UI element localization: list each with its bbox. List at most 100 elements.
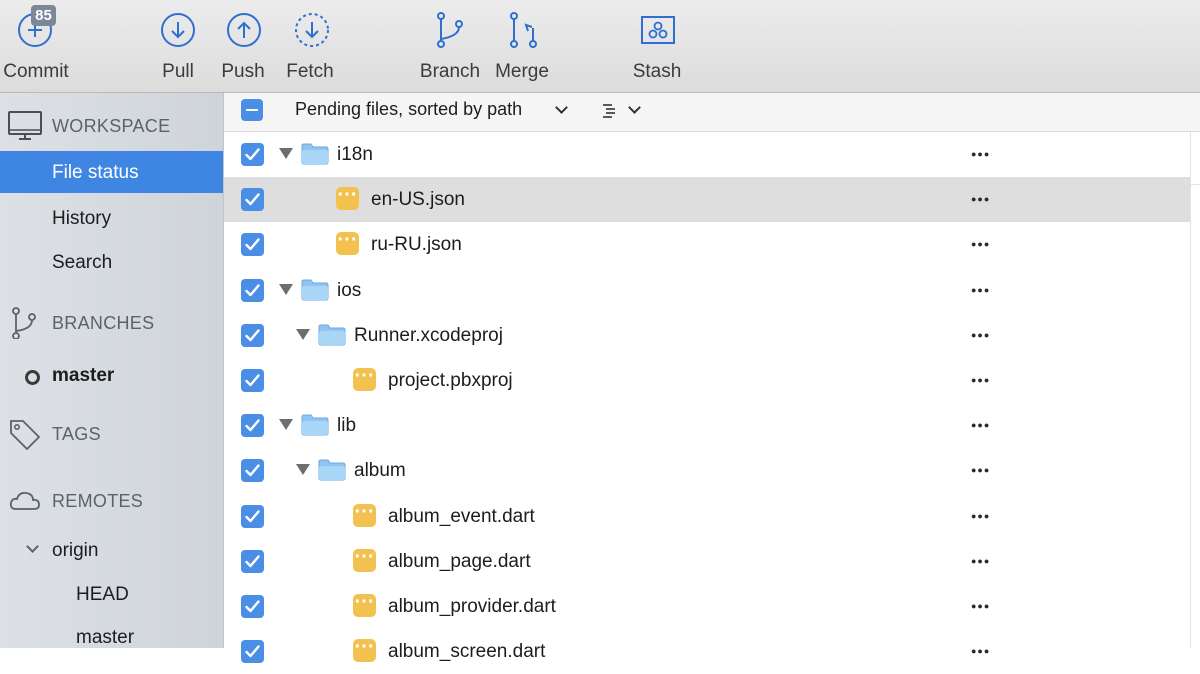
stage-checkbox[interactable]	[241, 414, 264, 437]
chevron-down-icon[interactable]	[628, 101, 641, 114]
pending-sort-dropdown[interactable]: Pending files, sorted by path	[295, 99, 522, 120]
stage-checkbox[interactable]	[241, 279, 264, 302]
merge-label: Merge	[495, 61, 549, 82]
modified-file-icon	[336, 229, 359, 255]
file-name: album_event.dart	[388, 506, 535, 527]
folder-icon	[301, 279, 329, 301]
stage-checkbox[interactable]	[241, 369, 264, 392]
disclosure-triangle-icon[interactable]	[279, 148, 293, 159]
branch-name: master	[52, 365, 115, 386]
stage-checkbox[interactable]	[241, 505, 264, 528]
remotes-section-header[interactable]: REMOTES	[0, 481, 223, 521]
sidebar-item-remote-master[interactable]: master	[0, 616, 223, 658]
sidebar-item-file-status[interactable]: File status	[0, 151, 223, 193]
stash-button[interactable]: Stash	[625, 0, 689, 92]
select-all-checkbox[interactable]	[241, 99, 263, 121]
folder-row[interactable]: lib ●●●	[224, 403, 1190, 448]
push-label: Push	[221, 61, 265, 82]
stage-checkbox[interactable]	[241, 324, 264, 347]
computer-icon	[8, 111, 42, 140]
folder-icon	[301, 143, 329, 165]
sidebar-item-remote-head[interactable]: HEAD	[0, 573, 223, 615]
modified-file-icon	[353, 546, 376, 572]
folder-name: Runner.xcodeproj	[354, 325, 503, 346]
file-row[interactable]: album_provider.dart ●●●	[224, 584, 1190, 629]
folder-icon	[318, 324, 346, 346]
stage-checkbox[interactable]	[241, 188, 264, 211]
fetch-button[interactable]: Fetch	[280, 0, 342, 92]
ellipsis-icon[interactable]: ●●●	[971, 504, 1001, 528]
folder-name: lib	[337, 415, 357, 436]
folder-row[interactable]: Runner.xcodeproj ●●●	[224, 313, 1190, 358]
file-row[interactable]: album_event.dart ●●●	[224, 494, 1190, 539]
remote-branch-label: master	[76, 627, 135, 648]
ellipsis-icon[interactable]: ●●●	[971, 323, 1001, 347]
disclosure-triangle-icon[interactable]	[296, 464, 310, 475]
ellipsis-icon[interactable]: ●●●	[971, 187, 1001, 211]
commit-label: Commit	[3, 61, 69, 82]
file-name: en-US.json	[371, 189, 465, 210]
stage-checkbox[interactable]	[241, 595, 264, 618]
ellipsis-icon[interactable]: ●●●	[971, 142, 1001, 166]
right-pane-divider	[1190, 132, 1200, 648]
merge-button[interactable]: Merge	[492, 0, 554, 92]
sidebar-item-branch-master[interactable]: master	[0, 354, 223, 396]
stage-checkbox[interactable]	[241, 640, 264, 663]
ellipsis-icon[interactable]: ●●●	[971, 413, 1001, 437]
commit-button[interactable]: 85 Commit	[0, 0, 72, 92]
sidebar-item-remote-origin[interactable]: origin	[0, 529, 223, 571]
pending-title: Pending files, sorted by path	[295, 99, 523, 119]
file-name: album_page.dart	[388, 551, 531, 572]
pull-icon	[161, 13, 195, 47]
workspace-title: WORKSPACE	[52, 116, 171, 136]
commit-count-badge: 85	[31, 5, 56, 26]
branch-button[interactable]: Branch	[418, 0, 482, 92]
file-row[interactable]: en-US.json ●●●	[224, 177, 1190, 222]
pull-label: Pull	[162, 61, 194, 82]
pull-button[interactable]: Pull	[150, 0, 206, 92]
file-name: project.pbxproj	[388, 370, 513, 391]
branch-icon	[437, 12, 463, 48]
toolbar: 85 Commit Pull Push Fetch Branch Merge S…	[0, 0, 1200, 93]
branch-label: Branch	[419, 61, 481, 82]
folder-name: ios	[337, 280, 362, 301]
sidebar: WORKSPACE File status History Search BRA…	[0, 93, 224, 648]
push-button[interactable]: Push	[215, 0, 273, 92]
workspace-section-header: WORKSPACE	[0, 106, 223, 146]
stage-checkbox[interactable]	[241, 143, 264, 166]
ellipsis-icon[interactable]: ●●●	[971, 278, 1001, 302]
ellipsis-icon[interactable]: ●●●	[971, 232, 1001, 256]
ellipsis-icon[interactable]: ●●●	[971, 458, 1001, 482]
ellipsis-icon[interactable]: ●●●	[971, 549, 1001, 573]
remote-name: origin	[52, 540, 99, 561]
file-row[interactable]: ru-RU.json ●●●	[224, 222, 1190, 267]
folder-row[interactable]: album ●●●	[224, 448, 1190, 493]
stage-checkbox[interactable]	[241, 233, 264, 256]
sidebar-item-search[interactable]: Search	[0, 241, 223, 283]
stage-checkbox[interactable]	[241, 550, 264, 573]
ellipsis-icon[interactable]: ●●●	[971, 639, 1001, 663]
push-icon	[227, 13, 261, 47]
tags-title: TAGS	[52, 424, 101, 444]
fetch-label: Fetch	[286, 61, 334, 82]
ellipsis-icon[interactable]: ●●●	[971, 594, 1001, 618]
view-options-icon[interactable]	[602, 102, 620, 120]
file-row[interactable]: album_page.dart ●●●	[224, 539, 1190, 584]
disclosure-triangle-icon[interactable]	[279, 419, 293, 430]
tags-section-header[interactable]: TAGS	[0, 414, 223, 454]
sidebar-item-label: Search	[52, 252, 113, 273]
stash-icon	[641, 16, 675, 44]
disclosure-triangle-icon[interactable]	[279, 284, 293, 295]
file-name: ru-RU.json	[371, 234, 462, 255]
modified-file-icon	[353, 591, 376, 617]
file-row[interactable]: album_screen.dart ●●●	[224, 629, 1190, 674]
ellipsis-icon[interactable]: ●●●	[971, 368, 1001, 392]
stage-checkbox[interactable]	[241, 459, 264, 482]
disclosure-triangle-icon[interactable]	[296, 329, 310, 340]
file-row[interactable]: project.pbxproj ●●●	[224, 358, 1190, 403]
branches-section-header[interactable]: BRANCHES	[0, 303, 223, 343]
sidebar-item-history[interactable]: History	[0, 197, 223, 239]
folder-row[interactable]: ios ●●●	[224, 268, 1190, 313]
folder-row[interactable]: i18n ●●●	[224, 132, 1190, 177]
chevron-down-icon	[26, 540, 39, 553]
